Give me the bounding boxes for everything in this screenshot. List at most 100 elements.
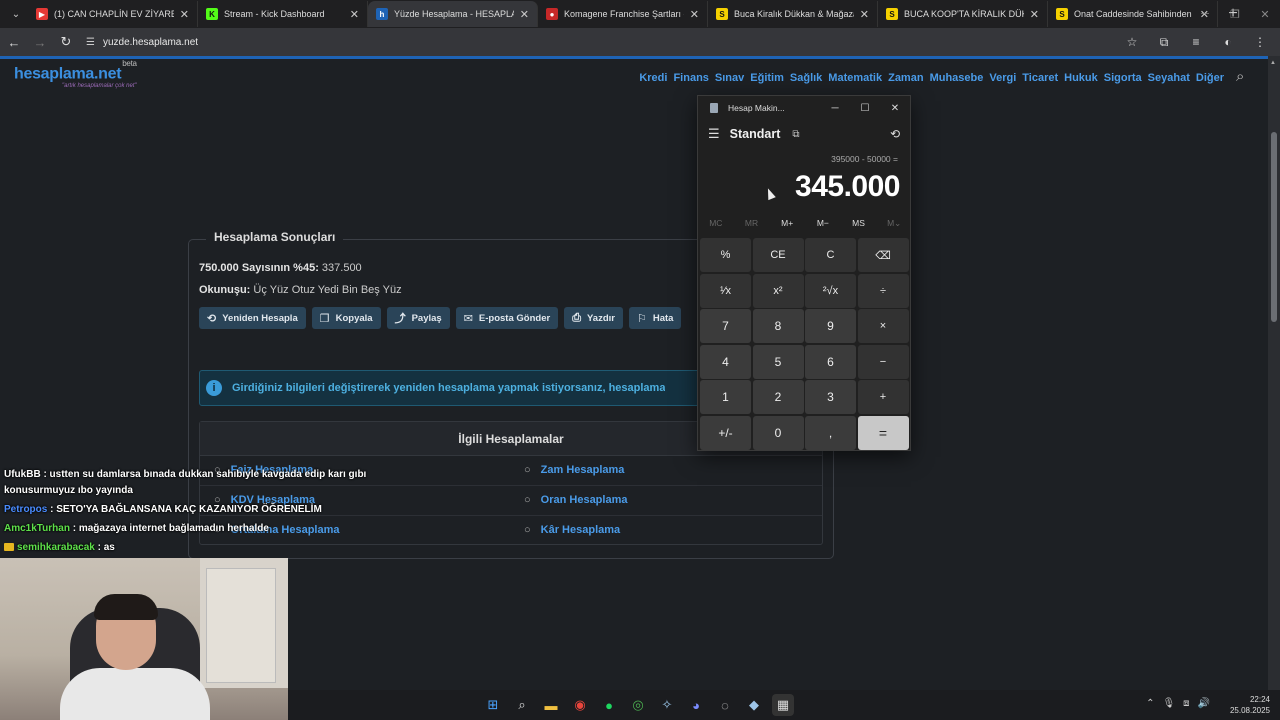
chrome-icon[interactable]: ◉ (569, 694, 591, 716)
action-button[interactable]: ⤴ Paylaş (386, 307, 450, 329)
menu-item[interactable]: Kredi (639, 72, 667, 84)
tab-close-icon[interactable]: ✕ (520, 8, 529, 21)
maximize-icon[interactable]: ☐ (850, 96, 880, 120)
menu-item[interactable]: Zaman (888, 72, 923, 84)
calculator-key[interactable]: CE (752, 238, 804, 272)
file-explorer-icon[interactable]: ▬ (540, 694, 562, 716)
calculator-key[interactable]: , (805, 415, 856, 450)
obs-icon[interactable]: ◌ (714, 694, 736, 716)
browser-tab[interactable]: S BUCA KOOP'TA KİRALIK DÜKKA ✕ (878, 1, 1048, 27)
calculator-key[interactable]: = (857, 415, 909, 450)
menu-icon[interactable]: ☰ (708, 126, 720, 142)
site-logo[interactable]: hesaplama.netbeta (14, 59, 137, 83)
menu-item[interactable]: Finans (673, 72, 708, 84)
extensions-icon[interactable]: ⧉ (1148, 30, 1180, 54)
menu-item[interactable]: Sınav (715, 72, 744, 84)
url-field[interactable]: ☰ yuzde.hesaplama.net (86, 31, 1136, 53)
back-icon[interactable]: ← (2, 30, 26, 54)
calculator-key[interactable]: 6 (805, 344, 856, 379)
browser-tab[interactable]: ▶ (1) CAN CHAPLİN EV ZİYARETİ ✕ (28, 1, 198, 27)
browser-tab[interactable]: ● Komagene Franchise Şartları - ✕ (538, 1, 708, 27)
menu-item[interactable]: Hukuk (1064, 72, 1098, 84)
menu-item[interactable]: Ticaret (1022, 72, 1058, 84)
start-icon[interactable]: ⊞ (482, 694, 504, 716)
discord-icon[interactable]: ◕ (685, 694, 707, 716)
tab-close-icon[interactable]: ✕ (1030, 8, 1039, 21)
menu-item[interactable]: Diğer (1196, 72, 1224, 84)
menu-item[interactable]: Muhasebe (930, 72, 984, 84)
more-menu-icon[interactable]: ⋮ (1244, 30, 1276, 54)
restore-icon[interactable]: ❐ (1220, 0, 1250, 28)
calculator-key[interactable]: × (857, 309, 909, 343)
related-link[interactable]: ○ Zam Hesaplama (524, 464, 624, 476)
menu-item[interactable]: Matematik (828, 72, 882, 84)
calculator-key[interactable]: 0 (752, 415, 804, 450)
calculator-key[interactable]: % (700, 238, 751, 272)
memory-button[interactable]: M− (805, 218, 841, 229)
minimize-icon[interactable]: ─ (820, 96, 850, 120)
minimize-icon[interactable]: ─ (1190, 0, 1220, 28)
tab-close-icon[interactable]: ✕ (350, 8, 359, 21)
menu-item[interactable]: Seyahat (1148, 72, 1190, 84)
related-link[interactable]: ○ Oran Hesaplama (524, 494, 627, 506)
related-link[interactable]: ○ Kâr Hesaplama (524, 524, 620, 536)
menu-item[interactable]: Vergi (989, 72, 1016, 84)
tab-close-icon[interactable]: ✕ (690, 8, 699, 21)
keep-on-top-icon[interactable]: ⧉ (792, 129, 799, 140)
close-icon[interactable]: ✕ (880, 96, 910, 120)
menu-item[interactable]: Eğitim (750, 72, 784, 84)
action-button[interactable]: ⎙ Yazdır (564, 307, 623, 329)
calculator-key[interactable]: − (857, 344, 909, 379)
calculator-key[interactable]: 5 (752, 344, 804, 379)
memory-button[interactable]: MS (841, 218, 877, 229)
browser-tab[interactable]: S Buca Kiralık Dükkan & Mağaza ✕ (708, 1, 878, 27)
browser-icon[interactable]: ◎ (627, 694, 649, 716)
volume-icon[interactable]: 🔊 (1198, 698, 1210, 709)
page-scrollbar[interactable]: ▲ (1268, 56, 1280, 690)
memory-button[interactable]: M+ (769, 218, 805, 229)
site-info-icon[interactable]: ☰ (86, 37, 95, 48)
action-button[interactable]: ❐ Kopyala (311, 307, 381, 329)
calculator-key[interactable]: + (857, 380, 909, 414)
calculator-key[interactable]: 9 (805, 309, 856, 343)
chevron-up-icon[interactable]: ⌃ (1146, 698, 1154, 709)
action-button[interactable]: ⚐ Hata (629, 307, 682, 329)
history-icon[interactable]: ⟲ (890, 127, 900, 141)
steam-icon[interactable]: ◆ (743, 694, 765, 716)
memory-button[interactable]: MC (698, 218, 734, 229)
forward-icon[interactable]: → (28, 30, 52, 54)
profile-icon[interactable]: ◐ (1212, 30, 1244, 54)
calculator-key[interactable]: 8 (752, 309, 804, 343)
network-icon[interactable]: ⧈ (1183, 698, 1189, 709)
app-icon[interactable]: ✧ (656, 694, 678, 716)
spotify-icon[interactable]: ● (598, 694, 620, 716)
calculator-key[interactable]: 7 (700, 309, 751, 343)
media-icon[interactable]: ≡ (1180, 30, 1212, 54)
calculator-key[interactable]: 3 (805, 380, 856, 414)
calculator-key[interactable]: 1 (700, 380, 751, 414)
close-icon[interactable]: ✕ (1250, 0, 1280, 28)
calculator-taskbar-icon[interactable]: ▦ (772, 694, 794, 716)
calculator-key[interactable]: 2 (752, 380, 804, 414)
microphone-icon[interactable]: 🎙 (1162, 698, 1175, 709)
calculator-key[interactable]: C (805, 238, 856, 272)
browser-tab[interactable]: h Yüzde Hesaplama - HESAPLAM ✕ (368, 1, 538, 27)
calculator-key[interactable]: x² (752, 273, 804, 308)
action-button[interactable]: ✉ E-posta Gönder (455, 307, 559, 329)
memory-button[interactable]: M⌄ (876, 218, 912, 229)
bookmark-star-icon[interactable]: ☆ (1116, 30, 1148, 54)
calculator-key[interactable]: +/- (700, 415, 751, 450)
scroll-thumb[interactable] (1271, 132, 1277, 322)
search-icon[interactable]: ⌕ (511, 694, 533, 716)
scroll-up-icon[interactable]: ▲ (1270, 60, 1276, 66)
memory-button[interactable]: MR (734, 218, 770, 229)
calculator-key[interactable]: ⌫ (857, 238, 909, 272)
menu-item[interactable]: Sigorta (1104, 72, 1142, 84)
tab-search-icon[interactable]: ⌄ (4, 4, 28, 24)
tab-close-icon[interactable]: ✕ (860, 8, 869, 21)
calculator-key[interactable]: ÷ (857, 273, 909, 308)
reload-icon[interactable]: ↻ (54, 30, 78, 54)
calculator-key[interactable]: ²√x (805, 273, 856, 308)
calculator-key[interactable]: ¹⁄x (700, 273, 751, 308)
action-button[interactable]: ⟲ Yeniden Hesapla (199, 307, 306, 329)
